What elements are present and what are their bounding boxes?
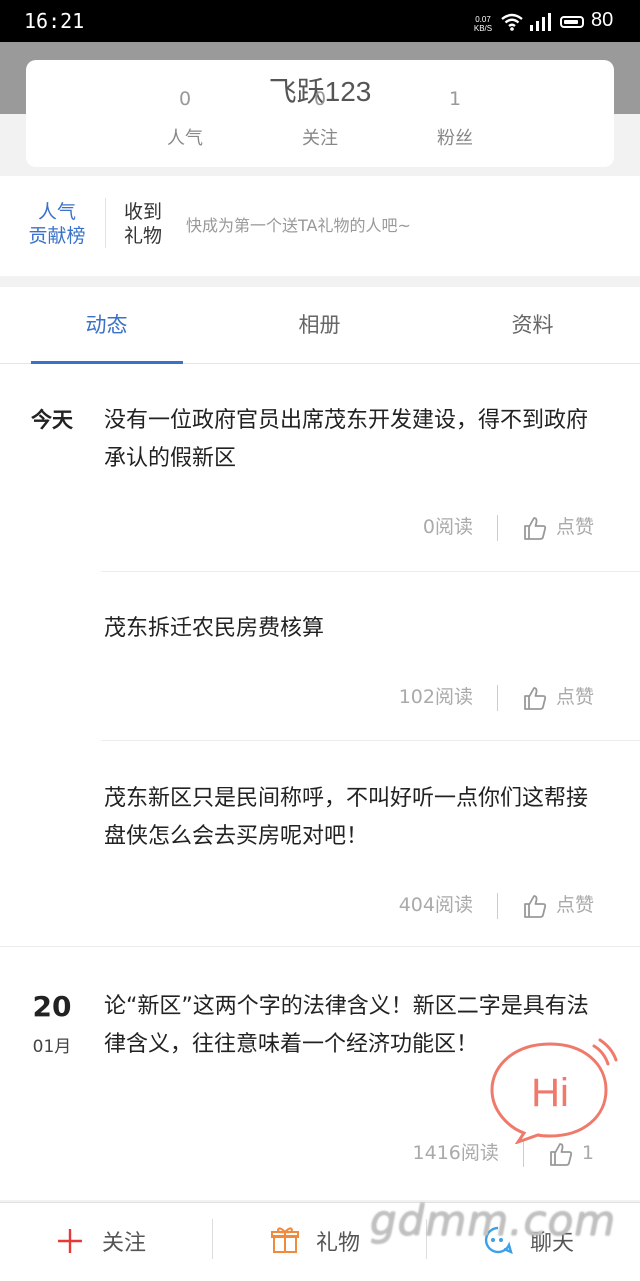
- like-button[interactable]: 点赞: [556, 894, 594, 916]
- hi-chat-bubble-icon[interactable]: Hi: [488, 1038, 618, 1144]
- gift-tip: 快成为第一个送TA礼物的人吧~: [186, 216, 411, 235]
- profile-card: 飞跃123 0 人气 0 关注 1 粉丝: [26, 60, 614, 167]
- post-text[interactable]: 茂东拆迁农民房费核算: [104, 610, 604, 648]
- read-count: 1416阅读: [412, 1142, 499, 1164]
- like-button[interactable]: 点赞: [556, 516, 594, 538]
- post-date: 今天: [31, 408, 73, 432]
- tab-dynamics[interactable]: 动态: [0, 287, 213, 364]
- cellular-signal-icon: [530, 13, 551, 31]
- profile-tabs: 动态 相册 资料: [0, 287, 640, 364]
- post-meta: 102阅读 点赞: [399, 682, 594, 711]
- read-count: 0阅读: [422, 516, 473, 538]
- hi-label: Hi: [531, 1071, 569, 1115]
- divider: [105, 198, 106, 248]
- post-month: 01月: [32, 1037, 72, 1057]
- post-meta: 404阅读 点赞: [399, 890, 594, 919]
- post-text[interactable]: 茂东新区只是民间称呼，不叫好听一点你们这帮接盘侠怎么会去买房呢对吧！: [104, 780, 604, 856]
- network-speed: 0.07 KB/S: [473, 15, 493, 33]
- popularity-ranking-link[interactable]: 人气 贡献榜: [26, 200, 88, 248]
- post-meta: 0阅读 点赞: [423, 512, 594, 541]
- read-count: 102阅读: [398, 686, 473, 708]
- received-gifts-label: 收到 礼物: [124, 201, 163, 247]
- tab-profile-info[interactable]: 资料: [426, 287, 639, 363]
- follow-button[interactable]: 关注: [0, 1203, 213, 1281]
- battery-level: 80: [591, 9, 614, 31]
- battery-icon: [560, 16, 584, 28]
- plus-icon: [58, 1229, 82, 1253]
- status-bar: 16:21 0.07 KB/S 80: [0, 0, 640, 42]
- gift-contribution-row[interactable]: 人气 贡献榜 收到 礼物 快成为第一个送TA礼物的人吧~: [0, 176, 640, 276]
- post-text[interactable]: 没有一位政府官员出席茂东开发建设，得不到政府承认的假新区: [104, 402, 604, 478]
- stat-popularity[interactable]: 0 人气: [125, 84, 245, 150]
- thumbs-up-icon[interactable]: [548, 1141, 574, 1167]
- like-count[interactable]: 1: [582, 1142, 594, 1164]
- thumbs-up-icon[interactable]: [522, 515, 548, 541]
- thumbs-up-icon[interactable]: [522, 893, 548, 919]
- tab-album[interactable]: 相册: [213, 287, 426, 363]
- thumbs-up-icon[interactable]: [522, 685, 548, 711]
- read-count: 404阅读: [398, 894, 473, 916]
- wifi-icon: [501, 13, 523, 31]
- post-day: 20: [32, 990, 72, 1023]
- stat-following[interactable]: 0 关注: [260, 84, 380, 150]
- like-button[interactable]: 点赞: [556, 686, 594, 708]
- status-time: 16:21: [24, 9, 85, 33]
- gift-icon: [271, 1227, 299, 1253]
- watermark: gdmm.com: [370, 1196, 617, 1245]
- stat-followers[interactable]: 1 粉丝: [395, 84, 515, 150]
